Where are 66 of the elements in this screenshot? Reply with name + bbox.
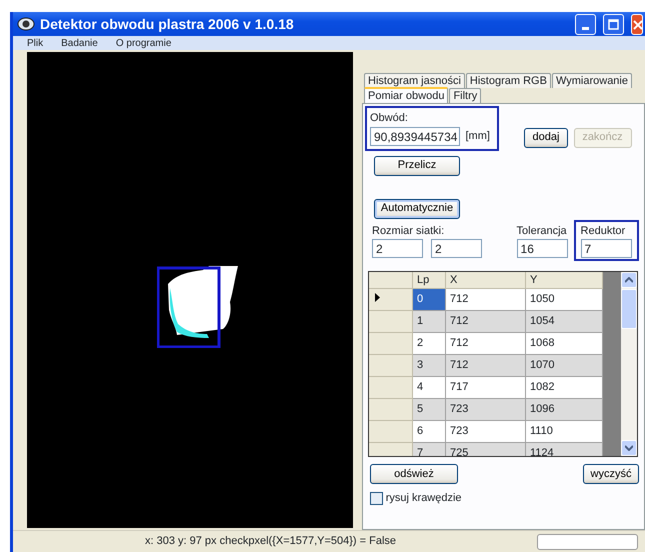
row-header[interactable]: [369, 289, 413, 311]
reducer-field[interactable]: 7: [580, 239, 632, 258]
tab[interactable]: Histogram jasności: [364, 73, 465, 88]
table-cell: 1054: [526, 311, 603, 333]
table-cell: 1: [413, 311, 446, 333]
table-cell: 4: [413, 377, 446, 399]
field-label: Rozmiar siatki:: [372, 224, 446, 238]
table-cell: 1110: [526, 421, 603, 443]
maximize-button[interactable]: [603, 14, 624, 34]
table-cell: 1068: [526, 333, 603, 355]
table-cell: 712: [446, 311, 526, 333]
auto-button[interactable]: Automatycznie: [374, 198, 460, 218]
scrollbar[interactable]: [621, 272, 637, 456]
table-cell: 723: [446, 399, 526, 421]
close-button[interactable]: [631, 14, 643, 34]
table-cell: 717: [446, 377, 526, 399]
minimize-icon: [582, 26, 589, 30]
checkbox-label[interactable]: rysuj krawędzie: [386, 490, 462, 506]
table-cell: 712: [446, 333, 526, 355]
app-icon: [17, 16, 35, 32]
tab[interactable]: Histogram RGB: [466, 73, 551, 88]
table-cell: 5: [413, 399, 446, 421]
table-cell: 1124: [526, 443, 603, 456]
table-cell: 1082: [526, 377, 603, 399]
field-label: Reduktor: [580, 224, 626, 238]
tab[interactable]: Filtry: [449, 88, 482, 103]
table-cell: 723: [446, 421, 526, 443]
maximize-icon: [608, 18, 619, 30]
table-cell: 0: [413, 289, 446, 311]
table-cell: 1096: [526, 399, 603, 421]
refresh-button[interactable]: odśwież: [370, 464, 458, 484]
scroll-thumb[interactable]: [621, 289, 637, 329]
header-corner: [369, 272, 413, 289]
table-cell: 1050: [526, 289, 603, 311]
tab[interactable]: Wymiarowanie: [552, 73, 632, 88]
tab[interactable]: Pomiar obwodu: [364, 87, 448, 103]
recalculate-button[interactable]: Przelicz: [374, 156, 460, 176]
perimeter-field[interactable]: 90,8939445734: [370, 126, 460, 146]
column-header[interactable]: Lp: [413, 272, 446, 289]
column-header[interactable]: X: [446, 272, 526, 289]
status-text: x: 303 y: 97 px checkpxel({X=1577,Y=504}) = False: [145, 534, 396, 550]
column-header[interactable]: Y: [526, 272, 603, 289]
button[interactable]: dodaj: [524, 128, 568, 148]
tolerance-field[interactable]: 16: [516, 239, 568, 258]
table-cell: 2: [413, 333, 446, 355]
grid-size-field[interactable]: 2: [372, 239, 423, 258]
close-icon: [632, 18, 642, 30]
table-cell: 7: [413, 443, 446, 456]
table-cell: 1070: [526, 355, 603, 377]
window-title: Detektor obwodu plastra 2006 v 1.0.18: [40, 14, 295, 34]
menu-item[interactable]: O programie: [116, 36, 172, 50]
table-cell: 725: [446, 443, 526, 456]
unit-label: [mm]: [466, 128, 490, 144]
table-cell: 3: [413, 355, 446, 377]
field-label: Obwód:: [370, 111, 409, 126]
table-cell: 712: [446, 355, 526, 377]
clear-button[interactable]: wyczyść: [583, 464, 639, 484]
field-label: Tolerancja: [516, 224, 567, 238]
button: zakończ: [574, 128, 632, 148]
menu-item[interactable]: Badanie: [61, 36, 98, 50]
table-cell: 712: [446, 289, 526, 311]
minimize-button[interactable]: [575, 14, 596, 34]
table-cell: 6: [413, 421, 446, 443]
grid-size-field[interactable]: 2: [431, 239, 482, 258]
menu-item[interactable]: Plik: [27, 36, 44, 50]
checkbox[interactable]: [370, 492, 383, 505]
